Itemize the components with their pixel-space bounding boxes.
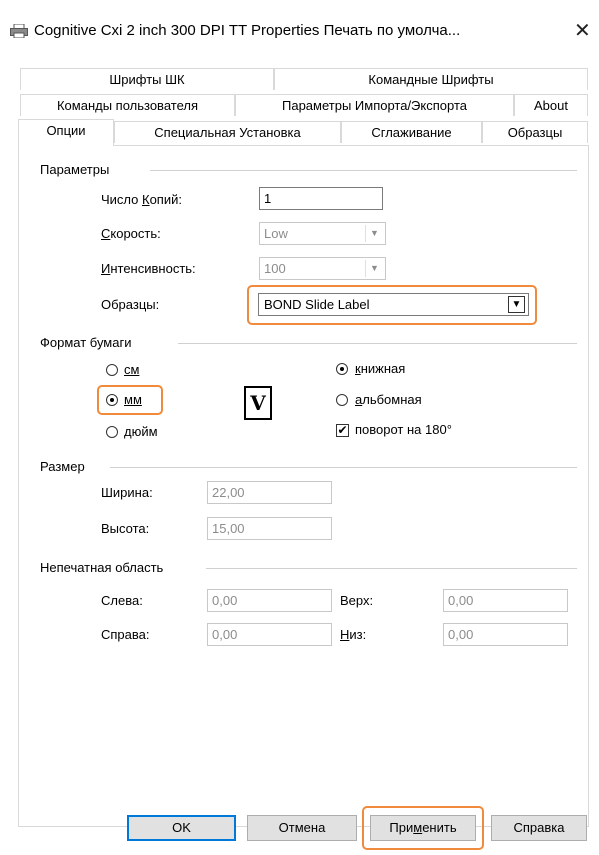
left-margin-field: 0,00: [207, 589, 332, 612]
left-margin-label: Слева:: [101, 593, 143, 608]
samples-select[interactable]: BOND Slide Label ▼: [258, 293, 529, 316]
size-separator: [110, 467, 577, 468]
intensity-label: Интенсивность:: [101, 261, 196, 276]
width-field: 22,00: [207, 481, 332, 504]
tab-user-commands[interactable]: Команды пользователя: [20, 94, 235, 116]
height-label: Высота:: [101, 521, 150, 536]
bottom-margin-label: Низ:: [340, 627, 367, 642]
chevron-down-icon: ▼: [365, 260, 383, 277]
apply-button[interactable]: Применить: [370, 815, 476, 841]
intensity-select: 100 ▼: [259, 257, 386, 280]
window-title: Cognitive Cxi 2 inch 300 DPI TT Properti…: [34, 22, 461, 39]
params-title: Параметры: [40, 162, 114, 177]
samples-label: Образцы:: [101, 297, 160, 312]
chevron-down-icon: ▼: [365, 225, 383, 242]
nonprint-separator: [206, 568, 577, 569]
tab-barcode-fonts[interactable]: Шрифты ШК: [20, 68, 274, 90]
title-bar: Cognitive Cxi 2 inch 300 DPI TT Properti…: [0, 0, 599, 58]
tab-about[interactable]: About: [514, 94, 588, 116]
tab-command-fonts[interactable]: Командные Шрифты: [274, 68, 588, 90]
unit-inch-radio[interactable]: [106, 426, 118, 438]
cancel-button[interactable]: Отмена: [247, 815, 357, 841]
bottom-margin-field: 0,00: [443, 623, 568, 646]
rotate-checkbox[interactable]: ✔: [336, 424, 349, 437]
unit-mm-radio[interactable]: [106, 394, 118, 406]
landscape-radio[interactable]: [336, 394, 348, 406]
unit-cm-radio[interactable]: [106, 364, 118, 376]
orientation-preview-icon: V: [244, 386, 272, 420]
portrait-radio[interactable]: [336, 363, 348, 375]
speed-select: Low ▼: [259, 222, 386, 245]
nonprint-title: Непечатная область: [40, 560, 168, 575]
close-icon[interactable]: ✕: [574, 18, 591, 42]
params-separator: [150, 170, 577, 171]
unit-mm-label[interactable]: мм: [124, 392, 142, 407]
samples-value: BOND Slide Label: [264, 297, 370, 312]
unit-cm-label[interactable]: см: [124, 362, 139, 377]
top-margin-field: 0,00: [443, 589, 568, 612]
speed-label: Скорость:: [101, 226, 161, 241]
paper-title: Формат бумаги: [40, 335, 136, 350]
height-field: 15,00: [207, 517, 332, 540]
tab-special-setup[interactable]: Специальная Установка: [114, 121, 341, 143]
right-margin-field: 0,00: [207, 623, 332, 646]
ok-button[interactable]: OK: [127, 815, 236, 841]
tab-samples[interactable]: Образцы: [482, 121, 588, 143]
size-title: Размер: [40, 459, 89, 474]
landscape-label[interactable]: альбомная: [355, 392, 422, 407]
portrait-label[interactable]: книжная: [355, 361, 405, 376]
chevron-down-icon[interactable]: ▼: [508, 296, 525, 313]
paper-separator: [178, 343, 577, 344]
top-margin-label: Верх:: [340, 593, 374, 608]
copies-input[interactable]: 1: [259, 187, 383, 210]
unit-inch-label[interactable]: дюйм: [124, 424, 158, 439]
rotate-label[interactable]: поворот на 180°: [355, 422, 452, 437]
intensity-value: 100: [264, 261, 286, 276]
tab-import-export[interactable]: Параметры Импорта/Экспорта: [235, 94, 514, 116]
tab-options[interactable]: Опции: [18, 119, 114, 146]
printer-icon: [10, 24, 28, 38]
width-label: Ширина:: [101, 485, 153, 500]
help-button[interactable]: Справка: [491, 815, 587, 841]
right-margin-label: Справа:: [101, 627, 150, 642]
copies-label: Число Копий:: [101, 192, 182, 207]
tab-smoothing[interactable]: Сглаживание: [341, 121, 482, 143]
speed-value: Low: [264, 226, 288, 241]
